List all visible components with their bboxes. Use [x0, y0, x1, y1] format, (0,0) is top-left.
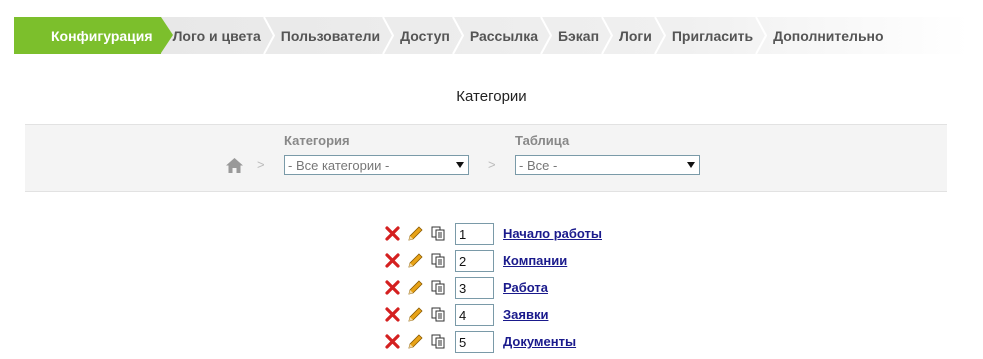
tab-logo-colors[interactable]: Лого и цвета	[161, 17, 275, 54]
tab-label: Конфигурация	[51, 27, 153, 44]
order-input[interactable]	[455, 331, 494, 353]
copy-icon[interactable]	[431, 253, 446, 268]
page-title: Категории	[456, 88, 527, 105]
home-icon[interactable]	[226, 158, 243, 173]
tab-label: Пригласить	[671, 27, 754, 44]
delete-icon[interactable]	[385, 280, 400, 295]
tab-configuration[interactable]: Конфигурация	[14, 17, 173, 54]
tab-label: Дополнительно	[773, 27, 884, 44]
pencil-icon[interactable]	[408, 226, 423, 241]
delete-icon[interactable]	[385, 334, 400, 349]
delete-icon[interactable]	[385, 253, 400, 268]
pencil-icon[interactable]	[408, 280, 423, 295]
category-link[interactable]: Начало работы	[503, 226, 602, 241]
tab-backup[interactable]: Бэкап	[546, 17, 614, 54]
table-select[interactable]: - Все -	[515, 155, 700, 175]
breadcrumb-separator: >	[488, 157, 496, 172]
dropdown-arrow-icon	[687, 162, 695, 168]
order-input[interactable]	[455, 304, 494, 326]
copy-icon[interactable]	[431, 226, 446, 241]
dropdown-arrow-icon	[456, 162, 464, 168]
tab-label: Пользователи	[280, 27, 381, 44]
category-select-value: - Все категории -	[288, 158, 390, 173]
category-link[interactable]: Работа	[503, 280, 548, 295]
category-link[interactable]: Документы	[503, 334, 576, 349]
tab-invite[interactable]: Пригласить	[660, 17, 768, 54]
config-tabs: Конфигурация Лого и цвета Пользователи Д…	[14, 17, 969, 54]
tab-label: Рассылка	[469, 27, 538, 44]
breadcrumb-separator: >	[257, 157, 265, 172]
chevron-separator	[382, 17, 395, 54]
tab-label: Доступ	[400, 27, 450, 44]
category-select[interactable]: - Все категории -	[284, 155, 469, 175]
copy-icon[interactable]	[431, 334, 446, 349]
table-select-value: - Все -	[519, 158, 558, 173]
tab-access[interactable]: Доступ	[388, 17, 464, 54]
order-input[interactable]	[455, 250, 494, 272]
category-label: Категория	[284, 133, 350, 148]
tab-label: Бэкап	[557, 27, 600, 44]
chevron-separator	[601, 17, 614, 54]
order-input[interactable]	[455, 277, 494, 299]
chevron-separator	[755, 17, 768, 54]
tab-label: Лого и цвета	[172, 27, 261, 44]
tab-users[interactable]: Пользователи	[269, 17, 395, 54]
chevron-separator	[540, 17, 552, 54]
category-link[interactable]: Компании	[503, 253, 567, 268]
chevron-separator	[451, 17, 464, 54]
pencil-icon[interactable]	[408, 334, 423, 349]
delete-icon[interactable]	[385, 307, 400, 322]
tab-label: Логи	[619, 27, 652, 44]
table-label: Таблица	[515, 133, 570, 148]
copy-icon[interactable]	[431, 307, 446, 322]
tab-mailing[interactable]: Рассылка	[458, 17, 552, 54]
tab-additional[interactable]: Дополнительно	[761, 17, 891, 54]
order-input[interactable]	[455, 223, 494, 245]
tab-logs[interactable]: Логи	[607, 17, 666, 54]
pencil-icon[interactable]	[408, 307, 423, 322]
pencil-icon[interactable]	[408, 253, 423, 268]
copy-icon[interactable]	[431, 280, 446, 295]
chevron-separator	[262, 17, 275, 54]
chevron-separator	[653, 17, 666, 54]
filter-bar: > Категория - Все категории - > Таблица …	[25, 124, 947, 192]
delete-icon[interactable]	[385, 226, 400, 241]
category-link[interactable]: Заявки	[503, 307, 548, 322]
